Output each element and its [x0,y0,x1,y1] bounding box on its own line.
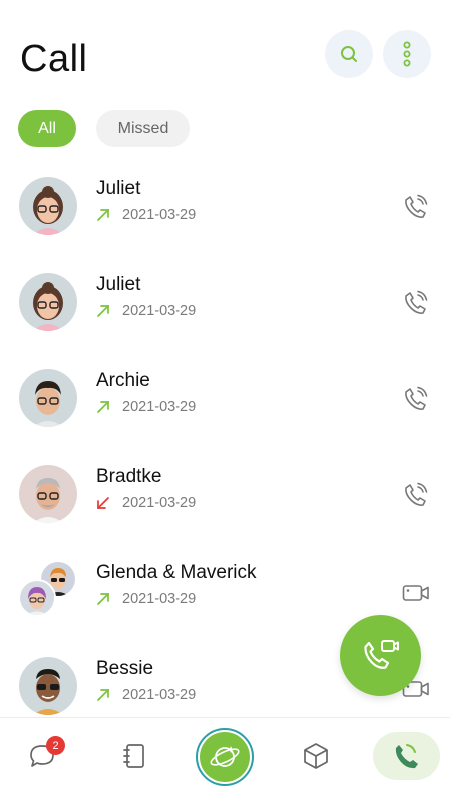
avatar [19,177,77,235]
missed-arrow-icon [97,497,109,509]
video-camera-icon[interactable] [402,579,430,607]
call-date: 2021-03-29 [122,495,197,511]
call-meta: 2021-03-29 [96,589,196,609]
filter-all-tab[interactable]: All [18,110,76,147]
call-date: 2021-03-29 [122,399,197,415]
contact-name: Glenda & Maverick [96,562,257,583]
planet-icon [200,732,250,782]
more-vertical-icon [403,41,411,67]
outgoing-arrow-icon [97,305,109,317]
contact-name: Juliet [96,178,141,199]
avatar [18,579,56,617]
phone-call-icon[interactable] [402,481,430,509]
call-meta: 2021-03-29 [96,685,196,705]
call-date: 2021-03-29 [122,207,197,223]
call-row[interactable]: Juliet 2021-03-29 [0,253,450,349]
contact-name: Juliet [96,274,141,295]
bottom-nav: 2 [0,717,450,800]
nav-explore-tab[interactable] [292,732,340,780]
page-title: Call [20,38,88,80]
contact-name: Archie [96,370,150,391]
call-date: 2021-03-29 [122,303,197,319]
header: Call [0,0,450,110]
search-icon [341,46,357,62]
call-date: 2021-03-29 [122,687,197,703]
call-meta: 2021-03-29 [96,301,196,321]
unread-badge: 2 [46,736,65,755]
call-filters: All Missed [18,110,190,148]
avatar [19,657,77,715]
call-meta: 2021-03-29 [96,397,196,417]
outgoing-arrow-icon [97,689,109,701]
call-meta: 2021-03-29 [96,205,196,225]
call-row[interactable]: Juliet 2021-03-29 [0,157,450,253]
call-row[interactable]: Bradtke 2021-03-29 [0,445,450,541]
phone-icon [395,744,418,769]
phone-video-icon [363,639,399,669]
avatar [19,465,77,523]
nav-calls-tab[interactable] [373,732,440,780]
outgoing-arrow-icon [97,593,109,605]
search-button[interactable] [325,30,373,78]
call-date: 2021-03-29 [122,591,197,607]
outgoing-arrow-icon [97,401,109,413]
avatar [19,369,77,427]
more-options-button[interactable] [383,30,431,78]
outgoing-arrow-icon [97,209,109,221]
avatar [19,273,77,331]
call-meta: 2021-03-29 [96,493,196,513]
filter-missed-tab[interactable]: Missed [96,110,190,147]
nav-discover-tab[interactable] [196,728,254,786]
phone-call-icon[interactable] [402,289,430,317]
call-row[interactable]: Archie 2021-03-29 [0,349,450,445]
nav-contacts-tab[interactable] [110,732,158,780]
contact-name: Bradtke [96,466,162,487]
contacts-book-icon [123,744,144,768]
new-call-fab[interactable] [340,615,421,696]
cube-icon [304,743,328,769]
phone-call-icon[interactable] [402,193,430,221]
phone-call-icon[interactable] [402,385,430,413]
contact-name: Bessie [96,658,154,679]
nav-chats-tab[interactable]: 2 [18,732,66,780]
